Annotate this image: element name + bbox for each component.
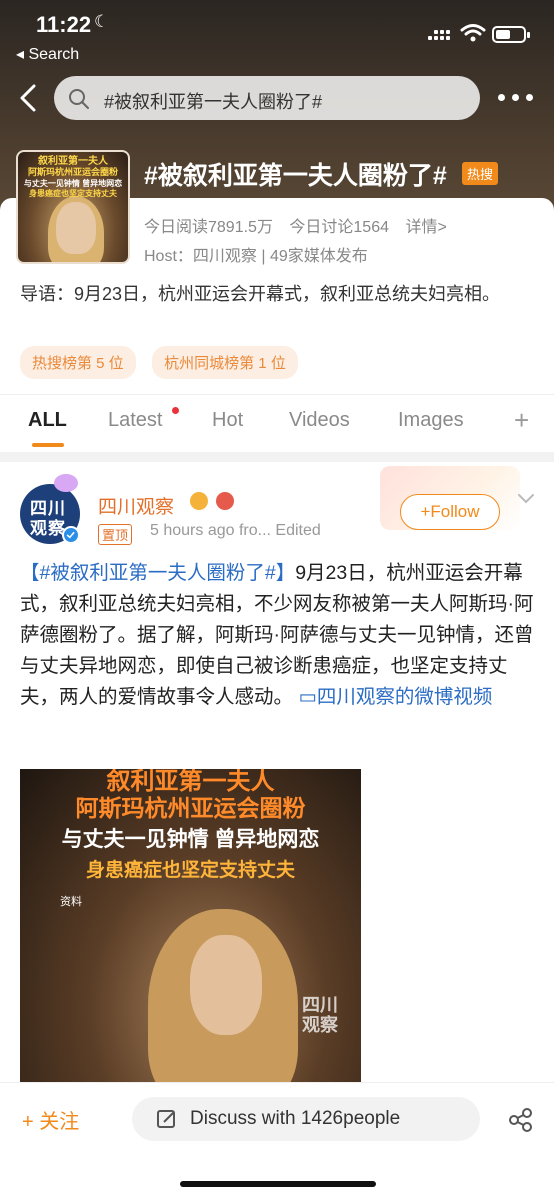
discussion-count: 今日讨论1564 [289,219,390,236]
status-bar: 11:22 ☾ ◂ Search [0,0,554,70]
avatar-text-2: 观察 [30,519,66,538]
image-caption-2: 阿斯玛杭州亚运会圈粉 [75,795,306,821]
topic-title: #被叙利亚第一夫人圈粉了# [144,162,447,190]
pinned-badge: 置顶 [98,524,133,545]
post-meta: 5 hours ago fro... Edited [150,522,321,539]
status-time: 11:22 [36,12,92,37]
post-body: 【#被叙利亚第一夫人圈粉了#】9月23日，杭州亚运会开幕式，叙利亚总统夫妇亮相，… [20,558,540,713]
discuss-input[interactable]: Discuss with 1426people [132,1097,480,1141]
cover-caption-2: 阿斯玛杭州亚运会圈粉 [27,167,118,177]
user-badges [190,492,238,515]
new-content-dot [172,407,179,414]
red-badge-icon [216,492,235,510]
bottom-bar: + 关注 Discuss with 1426people [0,1082,554,1199]
section-divider [0,452,554,462]
city-rank-tag[interactable]: 杭州同城榜第 1 位 [152,346,298,379]
back-to-search-link[interactable]: ◂ Search [16,44,79,64]
cover-caption-1: 叙利亚第一夫人 [38,156,108,167]
reads-count: 今日阅读7891.5万 [144,219,273,236]
post-username[interactable]: 四川观察 [98,492,174,519]
share-icon[interactable] [508,1107,534,1133]
search-query-text: #被叙利亚第一夫人圈粉了# [104,92,323,112]
host-info[interactable]: Host：四川观察 | 49家媒体发布 [144,242,368,266]
video-link[interactable]: ▭四川观察的微博视频 [298,686,492,708]
image-caption-3: 与丈夫一见钟情 曾异地网恋 [61,828,320,851]
cover-caption-4: 身患癌症也坚定支持丈夫 [29,189,117,198]
image-caption-source: 资料 [60,896,82,908]
discuss-label: Discuss with 1426people [190,1108,401,1129]
back-arrow-icon[interactable] [14,82,42,114]
follow-button[interactable]: +Follow [400,494,500,530]
image-watermark: 四川 观察 [302,995,338,1035]
search-icon [69,89,89,109]
details-link[interactable]: 详情> [405,219,446,236]
topic-intro: 导语：9月23日，杭州亚运会开幕式，叙利亚总统夫妇亮相。 [20,284,501,304]
more-options-icon[interactable] [498,94,538,104]
chevron-down-icon[interactable] [516,492,536,506]
topic-cover-image: 叙利亚第一夫人 阿斯玛杭州亚运会圈粉 与丈夫一见钟情 曾异地网恋 身患癌症也坚定… [16,150,130,264]
avatar-crown-icon [54,474,78,492]
search-bar[interactable]: #被叙利亚第一夫人圈粉了# [54,76,480,120]
active-tab-indicator [32,443,64,447]
tab-images[interactable]: Images [398,409,464,432]
rank-tags: 热搜榜第 5 位 杭州同城榜第 1 位 [20,346,310,379]
topic-stats: 今日阅读7891.5万 今日讨论1564 详情> [144,213,459,237]
tab-latest[interactable]: Latest [108,409,162,432]
nav-bar: #被叙利亚第一夫人圈粉了# [0,74,554,124]
add-tab-icon[interactable]: + [514,405,529,436]
tab-videos[interactable]: Videos [289,409,350,432]
hot-search-rank-tag[interactable]: 热搜榜第 5 位 [20,346,136,379]
post-hashtag-link[interactable]: 【#被叙利亚第一夫人圈粉了#】 [20,562,295,584]
cellular-signal-icon [428,26,456,44]
feed-tabs: ALL Latest Hot Videos Images + [0,394,554,452]
battery-icon [492,26,530,43]
verified-icon [62,526,80,544]
post-video-thumbnail[interactable]: 叙利亚第一夫人 阿斯玛杭州亚运会圈粉 与丈夫一见钟情 曾异地网恋 身患癌症也坚定… [20,769,361,1082]
cover-caption-3: 与丈夫一见钟情 曾异地网恋 [23,179,123,188]
image-caption-4: 身患癌症也坚定支持丈夫 [85,860,295,881]
tab-hot[interactable]: Hot [212,409,243,432]
edit-icon [157,1110,175,1128]
moon-icon: ☾ [94,12,110,31]
tab-all[interactable]: ALL [28,409,67,432]
hot-badge: 热搜 [462,162,499,185]
home-indicator [180,1181,376,1187]
post-card: 四川 观察 四川观察 置顶 5 hours ago fro... Edited … [0,462,554,1082]
follow-topic-button[interactable]: + 关注 [22,1105,79,1134]
wifi-icon [460,24,486,42]
gold-badge-icon [190,492,208,510]
